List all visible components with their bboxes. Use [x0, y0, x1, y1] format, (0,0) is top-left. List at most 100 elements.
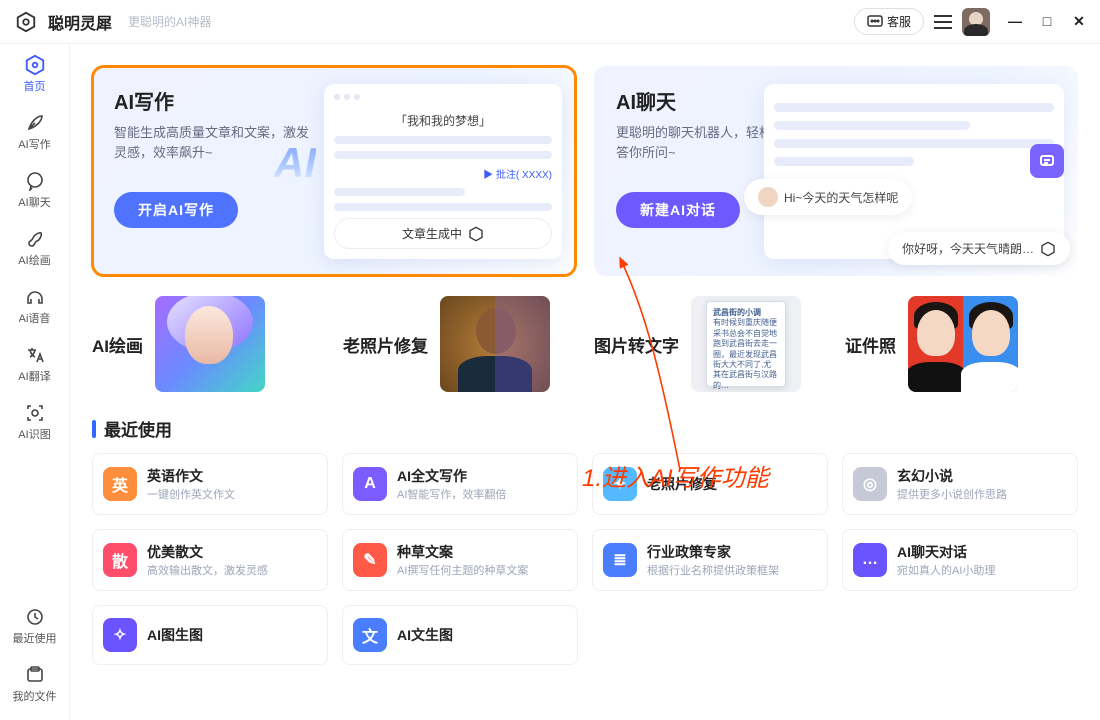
sidebar-item-files[interactable]: 我的文件 [5, 664, 65, 704]
card-subtitle: 根据行业名称提供政策框架 [647, 562, 779, 578]
sidebar-item-label: 最近使用 [5, 630, 65, 646]
user-avatar[interactable] [962, 8, 990, 36]
brush-icon [25, 229, 45, 249]
chat-icon [25, 171, 45, 191]
card-subtitle: 一键创作英文作文 [147, 486, 235, 502]
card-title: 老照片修复 [647, 474, 717, 494]
sidebar-item-recent[interactable]: 最近使用 [5, 606, 65, 646]
sidebar-item-voice[interactable]: Ai语音 [5, 286, 65, 326]
start-write-button[interactable]: 开启AI写作 [114, 192, 238, 228]
sidebar-item-chat[interactable]: AI聊天 [5, 170, 65, 210]
sidebar-item-home[interactable]: 首页 [5, 54, 65, 94]
close-button[interactable]: ✕ [1072, 13, 1086, 30]
card-subtitle: 宛如真人的AI小助理 [897, 562, 995, 578]
feature-title: 证件照 [845, 332, 896, 357]
sidebar-item-label: AI写作 [5, 136, 65, 152]
sidebar-item-translate[interactable]: AI翻译 [5, 344, 65, 384]
card-title: 玄幻小说 [897, 466, 1007, 486]
sidebar-item-label: AI聊天 [5, 194, 65, 210]
chat-bubble-2: 你好呀，今天天气晴朗… [888, 232, 1070, 265]
ai-badge-icon: AI [274, 139, 316, 187]
recent-section-heading: 最近使用 [92, 416, 1078, 441]
main-content: AI写作 智能生成高质量文章和文案，激发灵感，效率飙升~ 开启AI写作 AI 「… [70, 44, 1100, 720]
feature-photo-restore[interactable]: 老照片修复 [343, 296, 576, 392]
card-icon: 散 [103, 543, 137, 577]
recent-card[interactable]: ✦ 老照片修复 [592, 453, 828, 515]
preview-generating: 文章生成中 [334, 218, 552, 249]
feature-title: 老照片修复 [343, 332, 428, 357]
folder-icon [25, 665, 45, 685]
recent-card[interactable]: … AI聊天对话宛如真人的AI小助理 [842, 529, 1078, 591]
new-chat-button[interactable]: 新建AI对话 [616, 192, 740, 228]
card-title: AI全文写作 [397, 466, 506, 486]
sidebar: 首页 AI写作 AI聊天 AI绘画 Ai语音 AI翻译 AI识图 最 [0, 44, 70, 720]
hamburger-menu[interactable] [934, 15, 952, 29]
sidebar-item-label: 我的文件 [5, 688, 65, 704]
feature-id-photo[interactable]: 证件照 [845, 296, 1078, 392]
sidebar-item-label: AI绘画 [5, 252, 65, 268]
cs-label: 客服 [887, 13, 911, 30]
minimize-button[interactable]: — [1008, 13, 1022, 30]
card-title: AI图生图 [147, 625, 203, 645]
feature-ai-paint[interactable]: AI绘画 [92, 296, 325, 392]
feature-image [440, 296, 550, 392]
card-title: AI文生图 [397, 625, 453, 645]
feather-icon [25, 113, 45, 133]
card-title: 英语作文 [147, 466, 235, 486]
sidebar-item-label: AI识图 [5, 426, 65, 442]
translate-icon [25, 345, 45, 365]
recent-card[interactable]: ◎ 玄幻小说提供更多小说创作思路 [842, 453, 1078, 515]
sidebar-item-paint[interactable]: AI绘画 [5, 228, 65, 268]
sidebar-item-vision[interactable]: AI识图 [5, 402, 65, 442]
preview-note: ▶ 批注( XXXX) [334, 166, 552, 181]
card-subtitle: 提供更多小说创作思路 [897, 486, 1007, 502]
recent-card[interactable]: ✧ AI图生图 [92, 605, 328, 665]
recent-card[interactable]: 文 AI文生图 [342, 605, 578, 665]
sidebar-item-write[interactable]: AI写作 [5, 112, 65, 152]
card-subtitle: AI智能写作，效率翻倍 [397, 486, 506, 502]
recent-cards-grid: 英 英语作文一键创作英文作文A AI全文写作AI智能写作，效率翻倍✦ 老照片修复… [92, 453, 1078, 665]
window-controls: — □ ✕ [1008, 13, 1086, 30]
hero-ai-chat[interactable]: AI聊天 更聪明的聊天机器人，轻松对话，答你所问~ 新建AI对话 Hi~今天的天… [594, 66, 1078, 276]
card-icon: A [353, 467, 387, 501]
app-tagline: 更聪明的AI神器 [128, 13, 211, 30]
preview-title: 「我和我的梦想」 [334, 112, 552, 129]
recent-card[interactable]: ✎ 种草文案AI撰写任何主题的种草文案 [342, 529, 578, 591]
card-title: 优美散文 [147, 542, 268, 562]
recent-card[interactable]: ≣ 行业政策专家根据行业名称提供政策框架 [592, 529, 828, 591]
hex-icon [1040, 241, 1056, 257]
feature-image: 武昌街的小调有时候到重庆随便采书总会不自觉地跑到武昌街去走一圈，最近发现武昌街大… [691, 296, 801, 392]
feature-row: AI绘画 老照片修复 图片转文字 武昌街的小调有时候到重庆随便采书总会不自觉地跑… [92, 296, 1078, 392]
feature-title: AI绘画 [92, 332, 143, 357]
scan-icon [25, 403, 45, 423]
headphone-icon [25, 287, 45, 307]
sidebar-item-label: 首页 [5, 78, 65, 94]
hex-icon [468, 226, 484, 242]
card-title: 行业政策专家 [647, 542, 779, 562]
clock-icon [25, 607, 45, 627]
customer-service-button[interactable]: 客服 [854, 8, 924, 35]
feature-image [908, 296, 1018, 392]
card-icon: ◎ [853, 467, 887, 501]
card-icon: ✦ [603, 467, 637, 501]
chat-preview: Hi~今天的天气怎样呢 你好呀，今天天气晴朗… [764, 84, 1064, 259]
feature-ocr[interactable]: 图片转文字 武昌街的小调有时候到重庆随便采书总会不自觉地跑到武昌街去走一圈，最近… [594, 296, 827, 392]
hero-ai-write[interactable]: AI写作 智能生成高质量文章和文案，激发灵感，效率飙升~ 开启AI写作 AI 「… [92, 66, 576, 276]
card-subtitle: 高效输出散文，激发灵感 [147, 562, 268, 578]
chat-bubble-1: Hi~今天的天气怎样呢 [744, 179, 912, 215]
avatar-icon [758, 187, 778, 207]
card-icon: ✧ [103, 618, 137, 652]
write-preview-card: AI 「我和我的梦想」 ▶ 批注( XXXX) 文章生成中 [324, 84, 562, 259]
recent-card[interactable]: A AI全文写作AI智能写作，效率翻倍 [342, 453, 578, 515]
card-icon: 英 [103, 467, 137, 501]
app-name: 聪明灵犀 [48, 10, 112, 34]
card-title: 种草文案 [397, 542, 528, 562]
recent-card[interactable]: 英 英语作文一键创作英文作文 [92, 453, 328, 515]
feature-title: 图片转文字 [594, 332, 679, 357]
card-icon: 文 [353, 618, 387, 652]
send-icon [1030, 144, 1064, 178]
maximize-button[interactable]: □ [1040, 13, 1054, 30]
card-icon: ≣ [603, 543, 637, 577]
recent-card[interactable]: 散 优美散文高效输出散文，激发灵感 [92, 529, 328, 591]
chat-bubble-icon [867, 15, 883, 29]
